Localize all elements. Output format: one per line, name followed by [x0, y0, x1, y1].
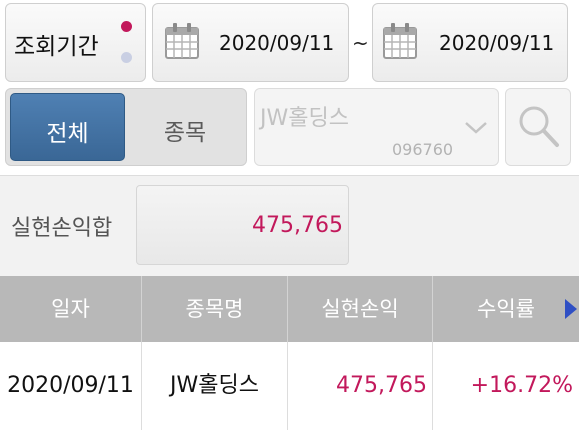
period-indicator-dot-inactive [121, 52, 132, 63]
filter-segment: 전체 종목 [5, 88, 247, 166]
table-header: 일자 종목명 실현손익 수익률 [0, 276, 579, 342]
tab-all[interactable]: 전체 [10, 93, 125, 161]
column-header-name: 종목명 [185, 297, 244, 321]
row-pnl: 475,765 [336, 373, 427, 398]
period-indicator-dot-active [121, 21, 132, 32]
tab-stock[interactable]: 종목 [127, 93, 243, 161]
stock-select[interactable]: JW홀딩스 096760 [254, 88, 499, 166]
column-header-pnl: 실현손익 [321, 297, 399, 321]
calendar-icon [383, 23, 417, 59]
period-label-box[interactable]: 조회기간 [5, 3, 146, 82]
end-date-value: 2020/09/11 [439, 31, 555, 55]
start-date-value: 2020/09/11 [219, 31, 335, 55]
summary-value-box: 475,765 [136, 185, 349, 265]
stock-select-name: JW홀딩스 [260, 106, 349, 131]
date-range-separator: ~ [352, 31, 369, 55]
row-rate: +16.72% [470, 373, 573, 398]
summary-value: 475,765 [252, 213, 343, 238]
period-label: 조회기간 [14, 34, 99, 60]
stock-select-code: 096760 [392, 140, 454, 159]
search-icon [519, 106, 559, 147]
row-stock-name: JW홀딩스 [170, 373, 259, 398]
column-header-rate: 수익률 [477, 297, 535, 321]
tab-stock-label: 종목 [163, 120, 207, 146]
column-header-date: 일자 [51, 297, 90, 321]
scroll-right-icon[interactable] [564, 298, 578, 320]
search-button[interactable] [505, 88, 571, 166]
chevron-down-icon [465, 122, 487, 134]
table-row[interactable]: 2020/09/11 JW홀딩스 475,765 +16.72% [0, 342, 579, 430]
summary-area: 실현손익합 475,765 [0, 176, 579, 276]
start-date-field[interactable]: 2020/09/11 [152, 3, 349, 82]
calendar-icon [165, 23, 199, 59]
summary-label: 실현손익합 [11, 216, 113, 241]
row-date: 2020/09/11 [7, 373, 134, 398]
end-date-field[interactable]: 2020/09/11 [372, 3, 568, 82]
tab-all-label: 전체 [46, 121, 89, 147]
